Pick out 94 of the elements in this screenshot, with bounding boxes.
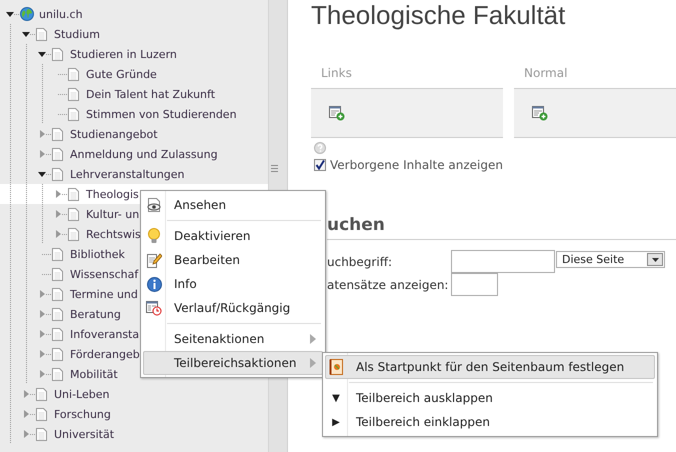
page-icon (36, 388, 47, 400)
tree-item[interactable]: Kultur- un (68, 208, 140, 220)
page-icon (68, 208, 79, 220)
page-icon (52, 328, 63, 340)
tree-item[interactable]: Förderangeb (52, 348, 140, 360)
tree-item[interactable]: Rechtswis (68, 228, 141, 240)
tree-item[interactable]: Dein Talent hat Zukunft (68, 88, 216, 100)
section-heading: uchen (327, 215, 676, 240)
menu-item[interactable]: ▼ Teilbereich ausklappen (325, 386, 655, 410)
field-label: atensätze anzeigen: (327, 278, 450, 292)
edit-icon (146, 252, 162, 268)
page-icon (68, 88, 79, 100)
view-icon (146, 198, 162, 212)
column-heading: Normal (523, 66, 568, 82)
tree-item[interactable]: Anmeldung und Zulassung (52, 148, 218, 160)
tree-item[interactable]: Studienangebot (52, 128, 158, 140)
tree-item[interactable]: Universität (36, 428, 114, 440)
tree-item[interactable]: Infoveransta (52, 328, 140, 340)
expand-toggle-icon[interactable] (38, 350, 46, 358)
page-icon (52, 48, 63, 60)
tree-item[interactable]: Studieren in Luzern (52, 48, 177, 60)
page-icon (52, 148, 63, 160)
tree-item[interactable]: Theologis (68, 188, 139, 200)
checkbox[interactable] (314, 159, 326, 171)
expand-toggle-icon[interactable] (54, 210, 62, 218)
collapse-toggle-icon[interactable] (6, 10, 14, 18)
expand-toggle-icon[interactable] (38, 150, 46, 158)
info-icon (146, 276, 162, 292)
menu-item[interactable]: Ansehen (143, 193, 323, 217)
page-icon (52, 288, 63, 300)
page-icon (36, 408, 47, 420)
tree-item[interactable]: Termine und (52, 288, 138, 300)
page-icon (52, 248, 63, 260)
menu-item[interactable]: Als Startpunkt für den Seitenbaum festlegen (325, 355, 655, 379)
page-title: Theologische Fakultät (311, 0, 566, 30)
triangle-marker: ▼ (332, 392, 340, 404)
page-icon (68, 188, 79, 200)
expand-toggle-icon[interactable] (38, 370, 46, 378)
tree-item[interactable]: Beratung (52, 308, 121, 320)
expand-toggle-icon[interactable] (54, 190, 62, 198)
page-icon (36, 428, 47, 440)
search-term-field[interactable] (451, 250, 555, 273)
page-icon (68, 228, 79, 240)
globe-icon (20, 7, 34, 21)
tree-item[interactable]: unilu.ch (20, 7, 83, 21)
help-icon[interactable] (314, 142, 326, 154)
field-label: uchbegriff: (327, 254, 394, 268)
tree-item[interactable]: Forschung (36, 408, 111, 420)
menu-item[interactable]: Bearbeiten (143, 248, 323, 272)
page-icon (36, 28, 47, 40)
collapse-toggle-icon[interactable] (22, 30, 30, 38)
menu-item[interactable]: Verlauf/Rückgängig (143, 296, 323, 320)
collapse-toggle-icon[interactable] (38, 50, 46, 58)
page-icon (52, 168, 63, 180)
scope-dropdown[interactable]: Diese Seite (556, 251, 665, 268)
records-field[interactable] (451, 273, 498, 296)
tree-item[interactable]: Mobilität (52, 368, 118, 380)
tree-item[interactable]: Studium (36, 28, 100, 40)
menu-item[interactable]: ▶ Teilbereich einklappen (325, 410, 655, 434)
page-icon (68, 68, 79, 80)
expand-toggle-icon[interactable] (38, 130, 46, 138)
column-heading: Links (320, 66, 353, 82)
add-content-icon[interactable] (329, 106, 345, 120)
tree-item[interactable]: Lehrveranstaltungen (52, 168, 185, 180)
menu-item[interactable]: Deaktivieren (143, 224, 323, 248)
tree-item[interactable]: Wissenschaf (52, 268, 138, 280)
menu-item[interactable]: Seitenaktionen (143, 327, 323, 351)
history-icon (146, 300, 162, 316)
page-icon (52, 368, 63, 380)
page-icon (52, 348, 63, 360)
expand-toggle-icon[interactable] (22, 410, 30, 418)
triangle-marker: ▶ (332, 416, 340, 428)
lightbulb-icon (147, 228, 161, 244)
menu-item[interactable]: Teilbereichsaktionen (143, 351, 323, 375)
tree-item[interactable]: Stimmen von Studierenden (68, 108, 237, 120)
expand-toggle-icon[interactable] (38, 290, 46, 298)
page-icon (52, 268, 63, 280)
page-icon (68, 108, 79, 120)
page-icon (52, 128, 63, 140)
checkbox-label: Verborgene Inhalte anzeigen (330, 158, 503, 172)
expand-toggle-icon[interactable] (54, 230, 62, 238)
expand-toggle-icon[interactable] (22, 430, 30, 438)
tree-item[interactable]: Uni-Leben (36, 388, 110, 400)
tree-item[interactable]: Bibliothek (52, 248, 125, 260)
add-content-icon[interactable] (532, 106, 548, 120)
tree-item[interactable]: Gute Gründe (68, 68, 157, 80)
expand-toggle-icon[interactable] (38, 310, 46, 318)
book-icon (329, 359, 343, 375)
menu-item[interactable]: Info (143, 272, 323, 296)
expand-toggle-icon[interactable] (22, 390, 30, 398)
collapse-toggle-icon[interactable] (38, 170, 46, 178)
page-icon (52, 308, 63, 320)
expand-toggle-icon[interactable] (38, 330, 46, 338)
grip-icon[interactable] (270, 164, 278, 172)
